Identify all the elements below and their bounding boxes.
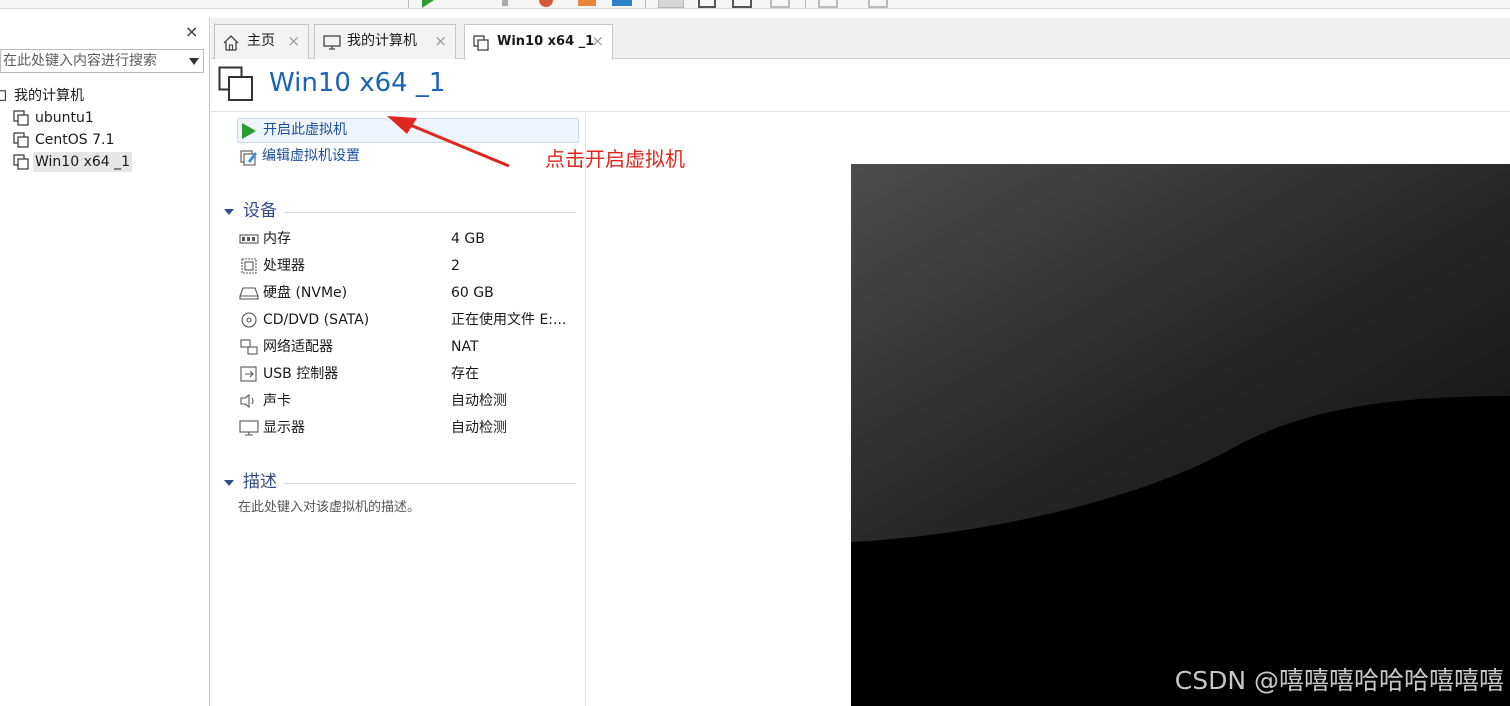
device-value: 存在 [451, 366, 479, 382]
device-value: 自动检测 [451, 420, 507, 436]
vm-icon [13, 110, 29, 126]
device-value: 4 GB [451, 231, 485, 247]
toolbar-separator [805, 0, 806, 8]
toolbar-separator [645, 0, 646, 8]
collapse-arrow-icon[interactable] [224, 480, 234, 486]
play-icon [242, 123, 256, 139]
tab-close-icon[interactable]: × [434, 25, 447, 58]
cpu-icon [241, 258, 257, 274]
annotation-arrow [387, 116, 510, 168]
device-row-usb[interactable]: USB 控制器 存在 [239, 363, 579, 385]
tree-item-label: Win10 x64 _1 [33, 152, 133, 172]
library-search-box[interactable] [0, 49, 204, 73]
device-value: 60 GB [451, 285, 494, 301]
library-view-icon[interactable] [658, 0, 684, 8]
library-close-icon[interactable]: × [185, 24, 198, 40]
device-value: 正在使用文件 E:... [451, 312, 567, 328]
suspend-icon[interactable] [497, 0, 513, 8]
device-row-cpu[interactable]: 处理器 2 [239, 255, 579, 277]
snapshot-icon[interactable] [538, 0, 554, 8]
device-name: 处理器 [263, 258, 305, 274]
thumbnail-bar-icon[interactable] [698, 0, 716, 8]
tab-win10-vm[interactable]: Win10 x64 _1 × [464, 24, 613, 60]
preview-thumbnail [851, 164, 1510, 706]
power-on-label: 开启此虚拟机 [263, 122, 347, 138]
device-value: NAT [451, 339, 479, 355]
tab-label: 主页 [247, 33, 275, 49]
play-icon[interactable] [420, 0, 436, 8]
device-row-network[interactable]: 网络适配器 NAT [239, 336, 579, 358]
stretch-icon[interactable] [868, 0, 888, 8]
device-name: 内存 [263, 231, 291, 247]
computer-tree-icon [0, 90, 6, 101]
device-row-disk[interactable]: 硬盘 (NVMe) 60 GB [239, 282, 579, 304]
divider [284, 483, 576, 484]
device-row-cdrom[interactable]: CD/DVD (SATA) 正在使用文件 E:... [239, 309, 579, 331]
toolbar [0, 0, 1510, 9]
unity-icon[interactable] [770, 0, 790, 8]
device-value: 2 [451, 258, 460, 274]
library-search-input[interactable] [3, 51, 183, 71]
cd-icon [241, 312, 257, 328]
tab-strip: 主页 × 我的计算机 × Win10 x64 _1 × [211, 18, 1510, 60]
device-row-display[interactable]: 显示器 自动检测 [239, 417, 579, 439]
tree-item-label: 我的计算机 [14, 88, 84, 104]
manage-snapshots-icon[interactable] [612, 0, 632, 8]
search-dropdown-icon[interactable] [189, 58, 199, 65]
device-name: 硬盘 (NVMe) [263, 285, 348, 301]
device-name: 网络适配器 [263, 339, 333, 355]
device-row-sound[interactable]: 声卡 自动检测 [239, 390, 579, 412]
computer-icon [323, 35, 341, 50]
revert-icon[interactable] [578, 0, 596, 8]
tab-close-icon[interactable]: × [287, 25, 300, 58]
tree-item-label: CentOS 7.1 [35, 132, 115, 148]
library-panel: × 我的计算机 ubuntu1 CentOS 7.1 Win10 x64 _1 [0, 18, 210, 706]
tab-label: Win10 x64 _1 [497, 34, 595, 49]
tab-my-computer[interactable]: 我的计算机 × [314, 24, 456, 59]
vm-screen-preview[interactable] [851, 164, 1510, 706]
usb-icon [240, 366, 257, 382]
section-title: 描述 [243, 472, 277, 492]
divider [585, 112, 586, 706]
fullscreen-icon[interactable] [732, 0, 752, 8]
device-name: 声卡 [263, 393, 291, 409]
vm-summary-page: Win10 x64 _1 开启此虚拟机 编辑虚拟机设置 设备 内存 4 GB 处… [211, 60, 1510, 706]
tab-close-icon[interactable]: × [591, 25, 604, 58]
device-value: 自动检测 [451, 393, 507, 409]
memory-icon [239, 234, 259, 244]
disk-icon [239, 287, 259, 300]
divider [284, 212, 576, 213]
watermark: CSDN @嘻嘻嘻哈哈哈嘻嘻嘻 [1174, 666, 1504, 695]
network-icon [240, 339, 258, 355]
collapse-arrow-icon[interactable] [224, 209, 234, 215]
tree-item-label: ubuntu1 [35, 110, 94, 126]
section-title: 设备 [243, 201, 277, 221]
sound-icon [240, 393, 254, 409]
device-name: USB 控制器 [263, 366, 339, 382]
page-title: Win10 x64 _1 [269, 68, 446, 98]
monitor-icon [239, 420, 259, 436]
vm-icon [13, 132, 29, 148]
vm-icon [473, 35, 489, 51]
edit-settings-label: 编辑虚拟机设置 [262, 148, 360, 164]
console-view-icon[interactable] [818, 0, 838, 8]
home-icon [223, 35, 239, 51]
toolbar-separator [408, 0, 409, 8]
device-row-memory[interactable]: 内存 4 GB [239, 228, 579, 250]
description-field[interactable]: 在此处键入对该虚拟机的描述。 [238, 498, 420, 518]
tab-home[interactable]: 主页 × [214, 24, 309, 59]
vm-icon [13, 154, 29, 170]
device-name: CD/DVD (SATA) [263, 312, 370, 328]
edit-settings-icon [240, 150, 257, 166]
annotation-text: 点击开启虚拟机 [545, 147, 685, 171]
device-name: 显示器 [263, 420, 305, 436]
description-section-header[interactable]: 描述 [224, 471, 576, 495]
devices-section-header[interactable]: 设备 [224, 200, 576, 224]
vm-large-icon [218, 66, 253, 101]
tab-label: 我的计算机 [347, 33, 417, 49]
